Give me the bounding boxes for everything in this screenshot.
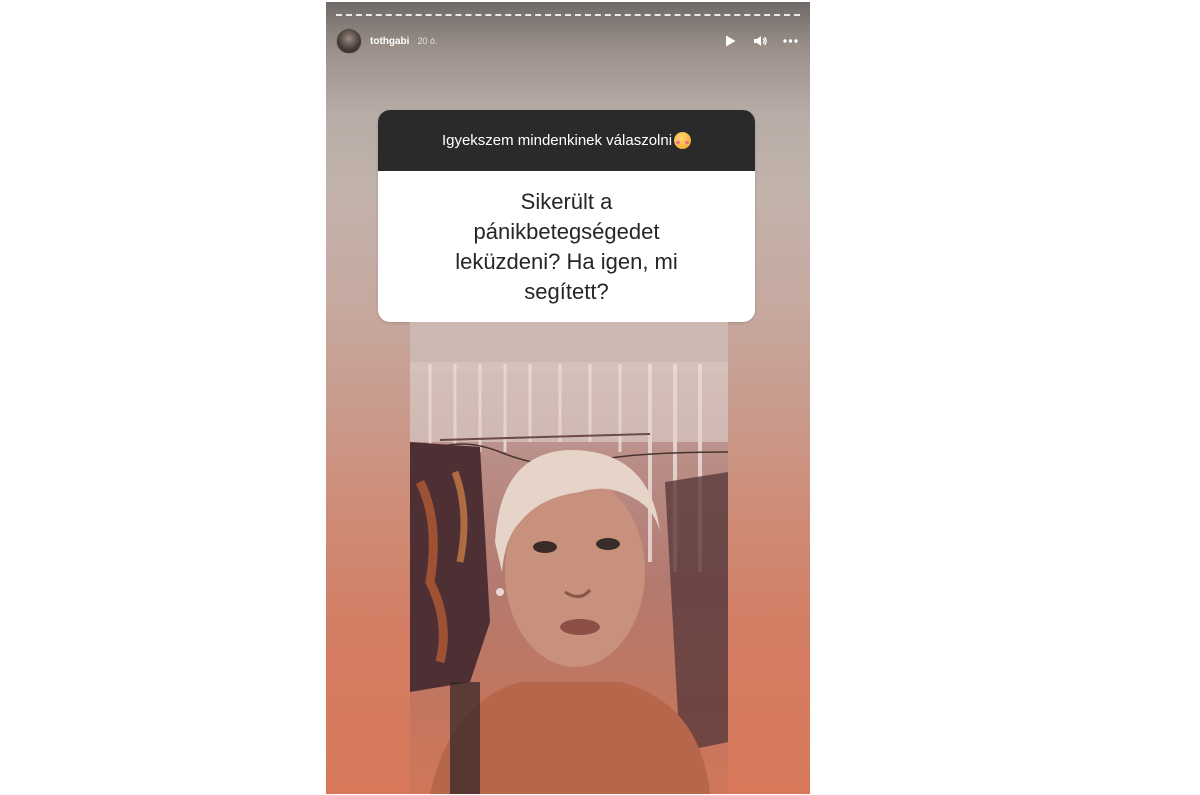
question-sticker[interactable]: Igyekszem mindenkinek válaszolni Sikerül… xyxy=(378,110,755,322)
profile-avatar[interactable] xyxy=(336,28,362,54)
post-time: 20 ó. xyxy=(417,36,438,46)
hanging-clothes xyxy=(410,442,490,692)
more-options-icon[interactable] xyxy=(782,33,798,49)
story-video-frame xyxy=(410,322,728,794)
story-progress-bar xyxy=(336,14,800,16)
story-viewer: tothgabi 20 ó. Igyekszem mindenkinek vál… xyxy=(326,2,810,794)
question-sticker-prompt: Igyekszem mindenkinek válaszolni xyxy=(441,132,673,149)
play-icon[interactable] xyxy=(722,33,738,49)
question-sticker-body: Sikerült a pánikbetegségedet leküzdeni? … xyxy=(378,171,755,322)
question-sticker-header: Igyekszem mindenkinek válaszolni xyxy=(378,110,755,171)
question-text: Sikerült a pánikbetegségedet leküzdeni? … xyxy=(455,188,678,304)
story-controls xyxy=(722,33,798,49)
story-header: tothgabi 20 ó. xyxy=(336,28,798,54)
smiling-face-with-hearts-icon xyxy=(674,132,692,149)
username[interactable]: tothgabi xyxy=(370,36,409,47)
volume-icon[interactable] xyxy=(752,33,768,49)
